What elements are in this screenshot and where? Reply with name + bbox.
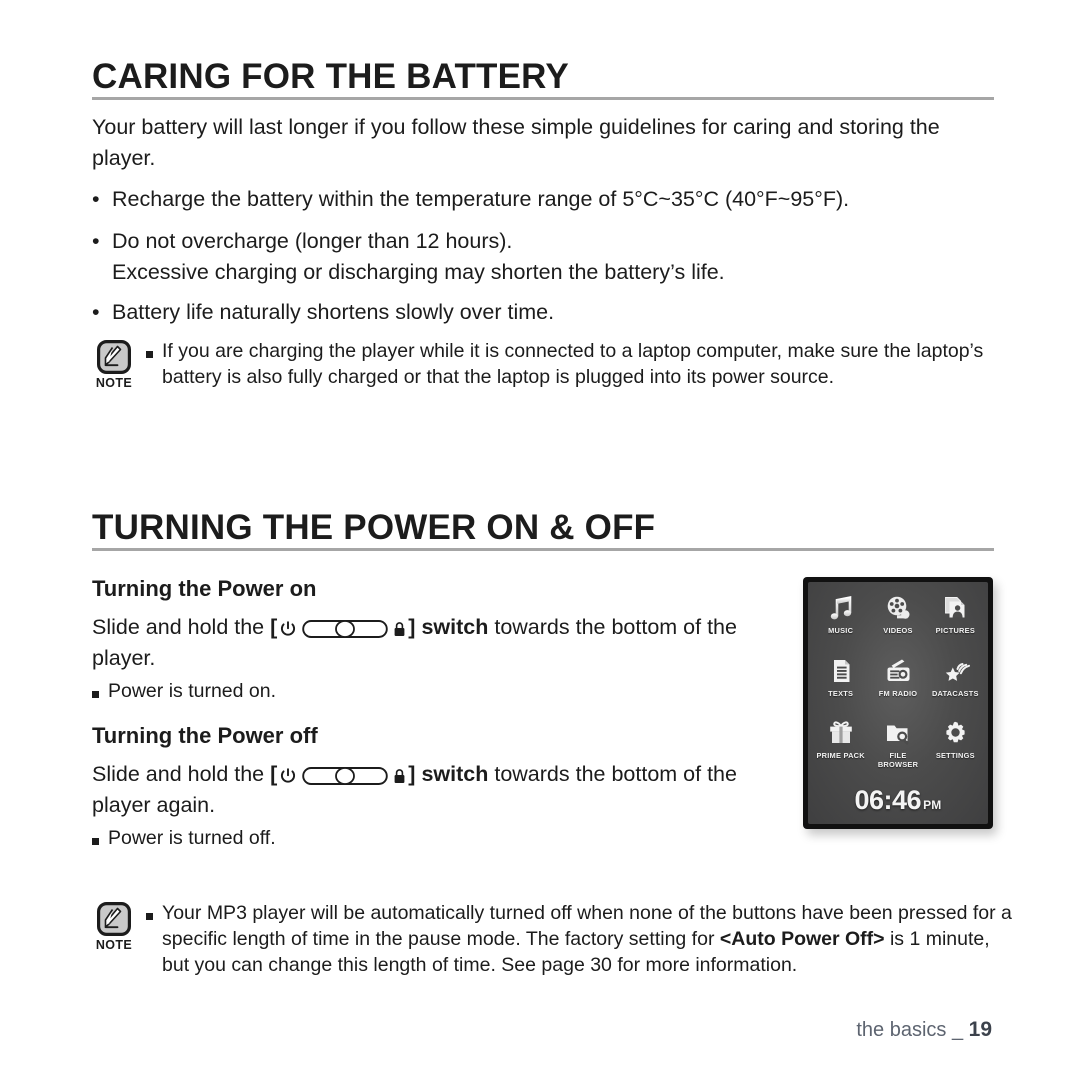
star-broadcast-icon (940, 653, 971, 689)
note-item: Your MP3 player will be automatically tu… (146, 900, 1015, 978)
menu-label-settings: SETTINGS (935, 751, 975, 761)
note-box-auto-power-off: NOTE Your MP3 player will be automatical… (88, 900, 1018, 978)
bullet-square-icon (92, 825, 108, 845)
instruction-prefix-off: Slide and hold the (92, 762, 265, 786)
mp3-player-device: MUSIC VIDEOS PICTURES TEXTS FM RADIO DAT… (803, 577, 993, 829)
instruction-prefix-on: Slide and hold the (92, 615, 265, 639)
menu-label-videos: VIDEOS (883, 626, 913, 635)
page-title-caring-for-the-battery: CARING FOR THE BATTERY (92, 57, 569, 96)
clock-display: 06:46 PM (808, 785, 988, 816)
instruction-power-on: Slide and hold the [] switch towards the… (92, 612, 792, 674)
menu-item-fm-radio[interactable]: FM RADIO (869, 653, 926, 716)
note-label: NOTE (95, 938, 133, 952)
intro-paragraph-battery: Your battery will last longer if you fol… (92, 115, 940, 170)
menu-item-prime-pack[interactable]: PRIME PACK (812, 715, 869, 778)
menu-label-music: MUSIC (828, 626, 854, 635)
page-title-turning-the-power: TURNING THE POWER ON & OFF (92, 508, 656, 547)
menu-item-music[interactable]: MUSIC (812, 590, 869, 653)
power-icon (281, 768, 296, 783)
folder-search-icon (883, 715, 913, 751)
clock-ampm: PM (923, 798, 942, 812)
gift-box-icon (826, 715, 856, 751)
menu-item-pictures[interactable]: PICTURES (927, 590, 984, 653)
note-badge: NOTE (88, 900, 140, 952)
bullet-item-battery-life: Battery life naturally shortens slowly o… (92, 297, 1002, 328)
heading-rule-turning (92, 548, 994, 551)
heading-rule-caring (92, 97, 994, 100)
footer-section-label: the basics _ (856, 1019, 964, 1041)
note-item: If you are charging the player while it … (146, 338, 998, 390)
power-switch-glyph-on (279, 619, 406, 639)
manual-page: CARING FOR THE BATTERY Your battery will… (0, 0, 1080, 1080)
subheading-turning-power-off: Turning the Power off (92, 723, 318, 748)
bullet-text-recharge: Recharge the battery within the temperat… (112, 187, 850, 211)
note-badge: NOTE (88, 338, 140, 390)
result-power-on: Power is turned on. (92, 678, 732, 704)
radio-icon (883, 653, 913, 689)
page-footer: the basics _ 19 (856, 1018, 992, 1042)
clock-time: 06:46 (854, 785, 922, 815)
note-body: If you are charging the player while it … (140, 338, 998, 390)
note-pen-icon (97, 340, 131, 374)
menu-item-videos[interactable]: VIDEOS (869, 590, 926, 653)
note-body: Your MP3 player will be automatically tu… (140, 900, 1015, 978)
slider-track-icon (302, 767, 389, 785)
subheading-turning-power-on: Turning the Power on (92, 576, 317, 601)
menu-item-file-browser[interactable]: FILE BROWSER (869, 715, 926, 778)
switch-word-off: switch (421, 762, 489, 786)
music-note-icon (826, 590, 856, 626)
note-item-text: If you are charging the player while it … (162, 340, 984, 388)
note-item-text: Your MP3 player will be automatically tu… (162, 900, 1015, 978)
bullet-dot-icon (92, 297, 112, 328)
menu-item-datacasts[interactable]: DATACASTS (927, 653, 984, 716)
result-text-power-on: Power is turned on. (108, 680, 277, 702)
lock-icon (394, 768, 405, 783)
bracket-open-on: [ (270, 615, 278, 639)
bracket-close-on: ] (408, 615, 416, 639)
note-text-auto-power-off: <Auto Power Off> (719, 928, 885, 950)
note-box-battery: NOTE If you are charging the player whil… (88, 338, 998, 390)
picture-portrait-icon (940, 590, 970, 626)
film-reel-icon (883, 590, 913, 626)
bullet-item-overcharge: Do not overcharge (longer than 12 hours)… (92, 226, 1002, 288)
menu-label-prime-pack: PRIME PACK (816, 751, 865, 761)
bullet-text-battery-life: Battery life naturally shortens slowly o… (112, 300, 555, 324)
menu-item-texts[interactable]: TEXTS (812, 653, 869, 716)
note-pen-icon (97, 902, 131, 936)
menu-label-datacasts: DATACASTS (931, 688, 979, 698)
menu-label-texts: TEXTS (828, 688, 854, 698)
bullet-dot-icon (92, 184, 112, 215)
power-icon (281, 621, 296, 636)
switch-word-on: switch (421, 615, 489, 639)
bracket-open-off: [ (270, 762, 278, 786)
bullet-text-overcharge: Do not overcharge (longer than 12 hours)… (112, 229, 725, 284)
result-power-off: Power is turned off. (92, 825, 732, 851)
bullet-dot-icon (92, 226, 112, 257)
menu-label-fm-radio: FM RADIO (878, 688, 918, 698)
bullet-square-icon (146, 900, 162, 920)
menu-label-pictures: PICTURES (935, 626, 975, 635)
bullet-square-icon (92, 678, 108, 698)
menu-item-settings[interactable]: SETTINGS (927, 715, 984, 778)
main-menu-grid: MUSIC VIDEOS PICTURES TEXTS FM RADIO DAT… (808, 582, 988, 778)
menu-label-file-browser: FILE BROWSER (877, 751, 919, 769)
bullet-item-recharge: Recharge the battery within the temperat… (92, 184, 1002, 215)
bracket-close-off: ] (408, 762, 416, 786)
result-text-power-off: Power is turned off. (108, 827, 276, 849)
gear-icon (940, 715, 970, 751)
mp3-player-screen: MUSIC VIDEOS PICTURES TEXTS FM RADIO DAT… (808, 582, 988, 824)
slider-track-icon (302, 620, 389, 638)
instruction-power-off: Slide and hold the [] switch towards the… (92, 759, 792, 821)
power-switch-glyph-off (279, 766, 406, 786)
text-document-icon (826, 653, 856, 689)
lock-icon (394, 621, 405, 636)
note-label: NOTE (95, 376, 133, 390)
footer-page-number: 19 (968, 1018, 992, 1041)
bullet-square-icon (146, 338, 162, 358)
